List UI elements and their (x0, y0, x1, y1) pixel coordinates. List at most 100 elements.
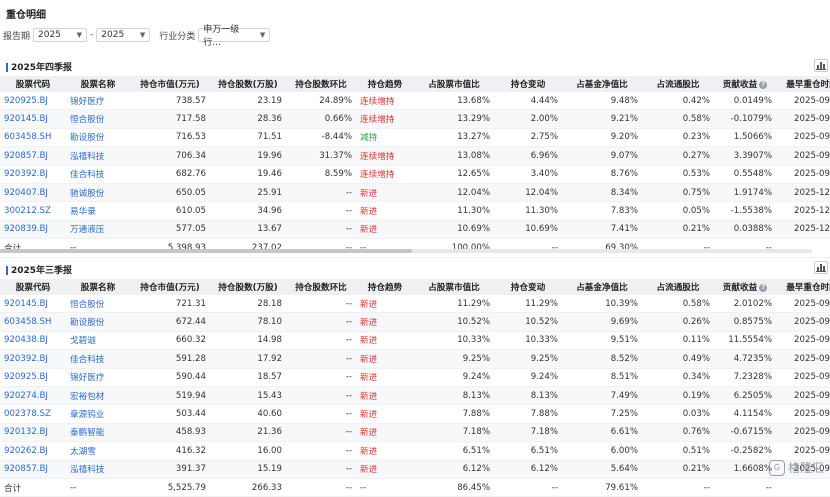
cell-pct_float: 0.42% (642, 92, 714, 111)
table-row[interactable]: 920145.BJ 恒合股份 721.31 28.18 -- 新进 11.29% 11.29%… (0, 295, 830, 314)
table-row[interactable]: 603458.SH 勘设股份 672.44 78.10 -- 新进 10.52% 10.52%… (0, 312, 830, 332)
column-header[interactable]: 占股票市值比 (414, 76, 494, 92)
column-header-label: 最早重仓时间 (786, 283, 830, 293)
column-header[interactable]: 占流通股比 (642, 279, 714, 295)
cell-name[interactable]: 泓禧科技 (66, 460, 130, 479)
cell-code[interactable]: 920392.BJ (0, 349, 66, 369)
column-header[interactable]: 股票代码 (0, 76, 66, 92)
chart-toggle-button[interactable] (814, 59, 828, 72)
industry-select[interactable]: 申万一级行... ▼ (198, 25, 271, 48)
scrollbar-thumb[interactable] (0, 249, 412, 253)
chart-toggle-button[interactable] (814, 261, 828, 274)
column-header[interactable]: 占股票市值比 (414, 279, 494, 295)
cell-code[interactable]: 920145.BJ (0, 295, 66, 314)
cell-code[interactable]: 920438.BJ (0, 331, 66, 351)
cell-change: 11.30% (494, 201, 562, 221)
cell-name[interactable]: 太湖雪 (66, 441, 130, 461)
cell-name[interactable]: 万通液压 (66, 220, 130, 240)
cell-name[interactable]: 佳合科技 (66, 349, 130, 369)
column-header[interactable]: 持仓市值(万元) (130, 76, 210, 92)
cell-name[interactable]: 泰鹏智能 (66, 423, 130, 443)
cell-code[interactable]: 920145.BJ (0, 109, 66, 129)
column-header[interactable]: 持仓股数环比 (286, 279, 356, 295)
cell-code[interactable]: 603458.SH (0, 128, 66, 148)
cell-code[interactable]: 603458.SH (0, 312, 66, 332)
help-icon[interactable]: ? (759, 283, 768, 292)
cell-name[interactable]: 驰诚股份 (66, 183, 130, 203)
table-row[interactable]: 920392.BJ 佳合科技 591.28 17.92 -- 新进 9.25% 9.25% 8.… (0, 349, 830, 369)
table-row[interactable]: 920857.BJ 泓禧科技 391.37 15.19 -- 新进 6.12% 6.12% 5.… (0, 460, 830, 479)
table-row[interactable]: 920392.BJ 佳合科技 682.76 19.46 8.59% 连续增持 12.65% 3… (0, 165, 830, 184)
cell-name[interactable]: 恒合股份 (66, 295, 130, 314)
table-row[interactable]: 002378.SZ 章源钨业 503.44 40.60 -- 新进 7.88% 7.88% 7.… (0, 404, 830, 424)
horizontal-scrollbar[interactable] (0, 249, 812, 253)
table-row[interactable]: 300212.SZ 易华录 610.05 34.96 -- 新进 11.30% 11.30% 7… (0, 201, 830, 221)
cell-code[interactable]: 920857.BJ (0, 146, 66, 166)
column-header[interactable]: 持仓变动 (494, 279, 562, 295)
cell-code[interactable]: 920392.BJ (0, 165, 66, 184)
cell-mv: 672.44 (130, 312, 210, 332)
cell-code[interactable]: 920274.BJ (0, 386, 66, 406)
cell-code[interactable]: 920262.BJ (0, 441, 66, 461)
cell-mv: 721.31 (130, 295, 210, 314)
column-header[interactable]: 股票名称 (66, 76, 130, 92)
chevron-down-icon: ▼ (259, 31, 266, 39)
cell-trend: 新进 (356, 183, 414, 203)
table-row[interactable]: 920274.BJ 宏裕包材 519.94 15.43 -- 新进 8.13% 8.13% 7.… (0, 386, 830, 406)
help-icon[interactable]: ? (759, 80, 768, 89)
column-header[interactable]: 持仓股数环比 (286, 76, 356, 92)
table-row[interactable]: 920925.BJ 锦好医疗 590.44 18.57 -- 新进 9.24% 9.24% 8.… (0, 368, 830, 387)
cell-earliest: -- (776, 478, 830, 497)
column-header[interactable]: 股票代码 (0, 279, 66, 295)
period-end-select[interactable]: 2025 ▼ (96, 28, 151, 42)
column-header[interactable]: 占基金净值比 (562, 76, 642, 92)
column-header[interactable]: 贡献收益? (714, 76, 776, 92)
table-row[interactable]: 920857.BJ 泓禧科技 706.34 19.96 31.37% 连续增持 13.08%… (0, 146, 830, 166)
column-header[interactable]: 持仓股数(万股) (210, 279, 286, 295)
cell-name[interactable]: 锦好医疗 (66, 92, 130, 111)
table-row[interactable]: 920145.BJ 恒合股份 717.58 28.36 0.66% 连续增持 13.29% 2… (0, 109, 830, 129)
table-row[interactable]: 920925.BJ 锦好医疗 738.57 23.19 24.89% 连续增持 13.68%… (0, 92, 830, 111)
cell-name[interactable]: 章源钨业 (66, 404, 130, 424)
table-row[interactable]: 920132.BJ 泰鹏智能 458.93 21.36 -- 新进 7.18% 7.18% 6.… (0, 423, 830, 443)
cell-shares: 19.96 (210, 146, 286, 166)
cell-code[interactable]: 920407.BJ (0, 183, 66, 203)
table-row[interactable]: 603458.SH 勘设股份 716.53 71.51 -8.44% 减持 13.27% 2.… (0, 128, 830, 148)
cell-name[interactable]: 易华录 (66, 201, 130, 221)
cell-code[interactable]: 920925.BJ (0, 92, 66, 111)
cell-code[interactable]: 300212.SZ (0, 201, 66, 221)
column-header[interactable]: 股票名称 (66, 279, 130, 295)
cell-name[interactable]: 勘设股份 (66, 128, 130, 148)
cell-name[interactable]: 宏裕包材 (66, 386, 130, 406)
cell-name[interactable]: 锦好医疗 (66, 368, 130, 387)
cell-code[interactable]: 920132.BJ (0, 423, 66, 443)
column-header[interactable]: 持仓变动 (494, 76, 562, 92)
cell-qoq: -- (286, 220, 356, 240)
column-header[interactable]: 最早重仓时间 (776, 279, 830, 295)
cell-name[interactable]: 泓禧科技 (66, 146, 130, 166)
column-header[interactable]: 最早重仓时间 (776, 76, 830, 92)
column-header[interactable]: 持仓市值(万元) (130, 279, 210, 295)
cell-code[interactable]: 920857.BJ (0, 460, 66, 479)
table-row[interactable]: 920438.BJ 戈碧迦 660.32 14.98 -- 新进 10.33% 10.33% 9… (0, 331, 830, 351)
table-row[interactable]: 920407.BJ 驰诚股份 650.05 25.91 -- 新进 12.04% 12.04%… (0, 183, 830, 203)
period-start-select[interactable]: 2025 ▼ (33, 28, 88, 42)
column-header[interactable]: 持仓趋势 (356, 76, 414, 92)
watermark-text: 格隆汇 (787, 461, 824, 475)
column-header[interactable]: 贡献收益? (714, 279, 776, 295)
cell-pct_stock: 100.00% (414, 238, 494, 258)
table-row[interactable]: 920262.BJ 太湖雪 416.32 16.00 -- 新进 6.51% 6.51% 6.0… (0, 441, 830, 461)
column-header[interactable]: 占基金净值比 (562, 279, 642, 295)
column-header[interactable]: 持仓股数(万股) (210, 76, 286, 92)
column-header[interactable]: 占流通股比 (642, 76, 714, 92)
holdings-table-q4: 股票代码 股票名称 持仓市值(万元) 持仓股数(万股) 持仓股数环比 持仓趋势 占股票市值比… (0, 76, 830, 258)
cell-code[interactable]: 920839.BJ (0, 220, 66, 240)
cell-code[interactable]: 002378.SZ (0, 404, 66, 424)
table-row[interactable]: 920839.BJ 万通液压 577.05 13.67 -- 新进 10.69% 10.69%… (0, 220, 830, 240)
cell-name[interactable]: 戈碧迦 (66, 331, 130, 351)
column-header[interactable]: 持仓趋势 (356, 279, 414, 295)
cell-name[interactable]: 恒合股份 (66, 109, 130, 129)
cell-name[interactable]: 勘设股份 (66, 312, 130, 332)
cell-code[interactable]: 920925.BJ (0, 368, 66, 387)
cell-name[interactable]: 佳合科技 (66, 165, 130, 184)
